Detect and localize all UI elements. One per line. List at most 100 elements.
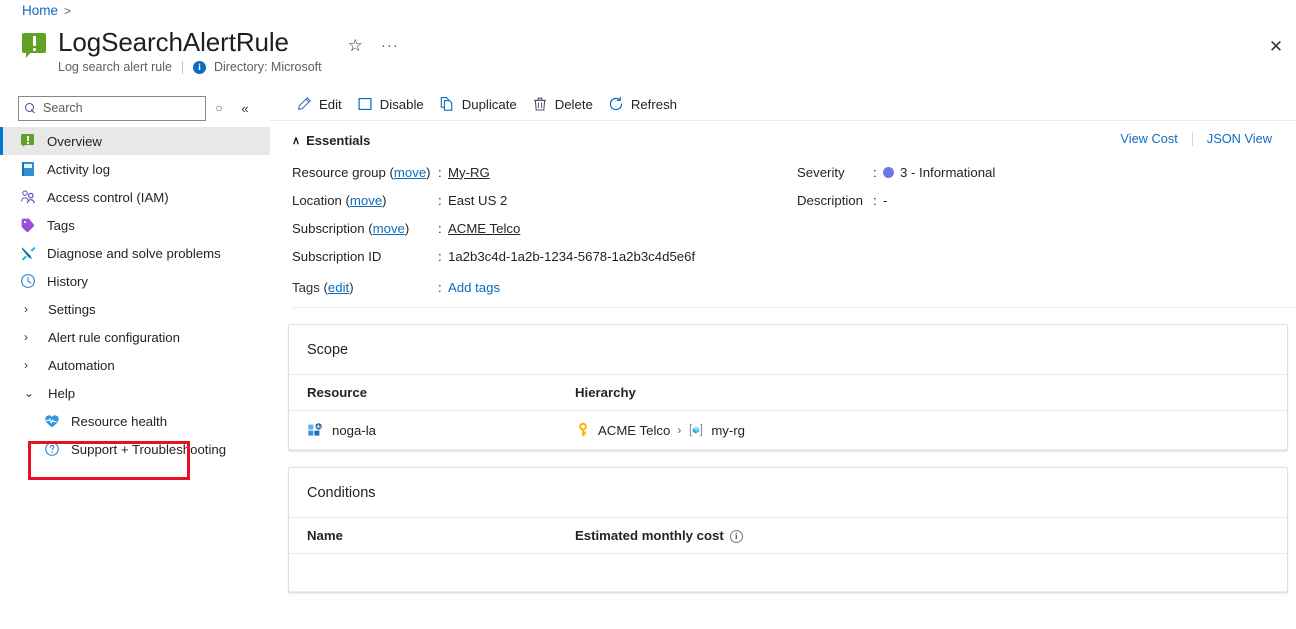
sidebar-group-settings[interactable]: › Settings <box>0 295 270 323</box>
sidebar-group-help[interactable]: ⌄ Help <box>0 379 270 407</box>
chevron-down-icon: ⌄ <box>24 386 35 400</box>
essentials-key: Location (move) <box>292 192 387 208</box>
sidebar-item-resource-health[interactable]: Resource health <box>0 407 270 435</box>
sidebar-item-label: Access control (IAM) <box>47 189 169 205</box>
subscription-value-link[interactable]: ACME Telco <box>448 221 520 236</box>
conditions-card: Conditions Name Estimated monthly cost i <box>288 467 1288 593</box>
essentials-corner-links: View Cost JSON View <box>1106 131 1286 146</box>
essentials-separator: : <box>438 248 442 264</box>
breadcrumb-home-link[interactable]: Home <box>22 3 58 18</box>
tags-key-label: Tags <box>292 280 320 295</box>
json-view-link[interactable]: JSON View <box>1193 131 1286 146</box>
search-box[interactable] <box>18 95 206 121</box>
duplicate-button[interactable]: Duplicate <box>435 91 528 117</box>
resource-group-value-link[interactable]: My-RG <box>448 165 490 180</box>
essentials-key-label: Subscription <box>292 220 365 236</box>
breadcrumb: Home > <box>22 3 71 18</box>
edit-button[interactable]: Edit <box>292 91 353 117</box>
essentials-section: ∧ Essentials View Cost JSON View Resourc… <box>270 121 1296 308</box>
essentials-key: Tags (edit) <box>292 280 354 295</box>
more-options-icon[interactable]: ··· <box>379 36 401 55</box>
essentials-key-label: Description <box>797 192 863 208</box>
essentials-key: Subscription (move) <box>292 220 410 236</box>
scope-cell-resource: noga-la <box>289 410 557 450</box>
edit-tags-link[interactable]: edit <box>328 280 349 295</box>
delete-label: Delete <box>554 96 593 112</box>
essentials-key-label: Location <box>292 192 342 208</box>
disable-label: Disable <box>379 96 424 112</box>
sidebar-collapse-icon[interactable]: « <box>232 95 258 121</box>
collapse-caret-icon: ∧ <box>292 135 301 147</box>
sidebar-item-support-troubleshooting[interactable]: Support + Troubleshooting <box>0 435 270 463</box>
edit-label: Edit <box>319 96 342 112</box>
essentials-row-resource-group: Resource group (move) : My-RG <box>292 158 797 186</box>
essentials-row-subscription: Subscription (move) : ACME Telco <box>292 214 797 242</box>
sidebar-item-access-control[interactable]: Access control (IAM) <box>0 183 270 211</box>
resource-group-icon <box>690 423 703 437</box>
scope-card: Scope Resource Hierarchy noga-la ACME Te… <box>288 324 1288 451</box>
search-icon <box>25 102 36 114</box>
page-subtitle-row: Log search alert rule i Directory: Micro… <box>58 60 322 74</box>
breadcrumb-separator-icon: > <box>64 3 72 18</box>
table-row[interactable] <box>289 553 1287 592</box>
move-link[interactable]: move <box>373 221 405 236</box>
clock-icon <box>20 273 36 289</box>
sidebar-group-alert-rule-configuration[interactable]: › Alert rule configuration <box>0 323 270 351</box>
people-icon <box>20 189 36 205</box>
scope-cell-hierarchy: ACME Telco › my-rg <box>557 410 1287 450</box>
sidebar-item-tags[interactable]: Tags <box>0 211 270 239</box>
sidebar-refresh-icon[interactable]: ○ <box>206 95 232 121</box>
sidebar-group-automation[interactable]: › Automation <box>0 351 270 379</box>
question-circle-icon <box>44 441 60 457</box>
scope-column-hierarchy: Hierarchy <box>557 374 1287 411</box>
essentials-row-tags: Tags (edit) : Add tags <box>292 280 1296 295</box>
sidebar-item-overview[interactable]: Overview <box>0 127 270 155</box>
sidebar-search-row: ○ « <box>0 88 270 121</box>
sidebar-item-label: Diagnose and solve problems <box>47 245 221 261</box>
scope-table: Resource Hierarchy noga-la ACME Telco › … <box>289 374 1287 450</box>
favorite-star-icon[interactable]: ☆ <box>346 35 365 56</box>
sidebar-item-diagnose[interactable]: Diagnose and solve problems <box>0 239 270 267</box>
log-analytics-icon <box>308 423 322 436</box>
tag-icon <box>20 217 36 233</box>
view-cost-link[interactable]: View Cost <box>1106 131 1191 146</box>
severity-dot-icon <box>883 166 894 178</box>
move-link[interactable]: move <box>350 193 382 208</box>
sidebar-group-label: Help <box>48 385 76 401</box>
conditions-table: Name Estimated monthly cost i <box>289 517 1287 592</box>
table-row[interactable]: noga-la ACME Telco › my-rg <box>289 410 1287 450</box>
subscription-id-value: 1a2b3c4d-1a2b-1234-5678-1a2b3c4d5e6f <box>448 248 696 264</box>
scope-column-resource: Resource <box>289 374 557 411</box>
refresh-button[interactable]: Refresh <box>604 91 688 117</box>
square-icon <box>358 97 372 111</box>
sidebar-group-label: Alert rule configuration <box>48 329 180 345</box>
title-actions: ☆ ··· <box>346 35 401 56</box>
tools-icon <box>20 245 36 261</box>
conditions-table-header-row: Name Estimated monthly cost i <box>289 517 1287 554</box>
chevron-right-icon: › <box>24 330 28 344</box>
directory-label: Directory: Microsoft <box>213 60 322 74</box>
heart-pulse-icon <box>44 413 60 429</box>
essentials-separator: : <box>873 164 877 180</box>
add-tags-link[interactable]: Add tags <box>448 280 500 295</box>
sidebar-group-label: Settings <box>48 301 96 317</box>
essentials-right-column: Severity : 3 - Informational Description… <box>797 158 995 270</box>
sidebar-item-activity-log[interactable]: Activity log <box>0 155 270 183</box>
essentials-title: Essentials <box>306 133 371 148</box>
move-link[interactable]: move <box>394 165 426 180</box>
essentials-separator: : <box>438 164 442 180</box>
essentials-divider <box>292 307 1296 308</box>
title-text-group: LogSearchAlertRule Log search alert rule… <box>58 27 322 74</box>
sidebar-item-history[interactable]: History <box>0 267 270 295</box>
delete-button[interactable]: Delete <box>528 91 604 117</box>
hierarchy-resource-group: my-rg <box>711 422 746 438</box>
essentials-separator: : <box>438 192 442 208</box>
description-value: - <box>883 192 888 208</box>
essentials-separator: : <box>873 192 877 208</box>
info-circle-icon[interactable]: i <box>729 529 743 543</box>
search-input[interactable] <box>41 100 191 116</box>
disable-button[interactable]: Disable <box>353 91 435 117</box>
refresh-label: Refresh <box>630 96 678 112</box>
essentials-row-location: Location (move) : East US 2 <box>292 186 797 214</box>
close-blade-icon[interactable]: ✕ <box>1264 35 1288 59</box>
